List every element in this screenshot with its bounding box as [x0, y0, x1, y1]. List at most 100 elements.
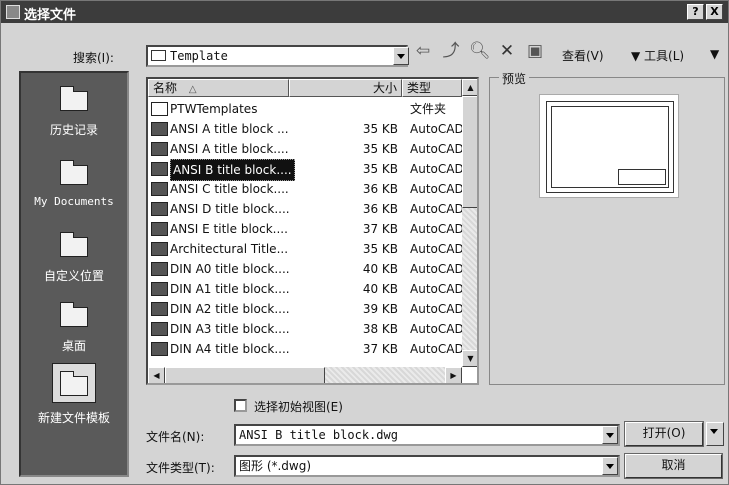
horizontal-scroll-thumb[interactable] — [165, 367, 325, 383]
search-label: 搜索(I): — [73, 51, 114, 65]
list-item[interactable]: ANSI A title block.... 35 KB AutoCAD — [148, 139, 464, 159]
close-button[interactable]: X — [706, 4, 723, 20]
file-type: AutoCAD — [410, 202, 464, 216]
file-name: Architectural Title... — [170, 242, 289, 256]
search-location-dropdown[interactable]: Template — [146, 45, 408, 67]
list-item-selected[interactable]: ANSI B title block.... 35 KB AutoCAD — [148, 159, 464, 181]
list-item[interactable]: ANSI E title block.... 37 KB AutoCAD — [148, 219, 464, 239]
view-menu[interactable]: 查看(V) — [562, 47, 604, 64]
file-name: ANSI A title block ... — [170, 122, 289, 136]
file-type: AutoCAD — [410, 142, 464, 156]
list-item[interactable]: ANSI D title block.... 36 KB AutoCAD — [148, 199, 464, 219]
select-file-dialog: 选择文件 ? X 搜索(I): Template ⇦ ⤴ 🔍︎ ✕ ▣ 查看(V… — [0, 0, 729, 485]
folder-icon — [151, 102, 168, 116]
file-name: ANSI E title block.... — [170, 222, 288, 236]
folder-icon — [151, 50, 166, 61]
file-size: 40 KB — [362, 262, 398, 276]
app-icon — [6, 5, 20, 19]
up-folder-icon[interactable]: ⤴ — [441, 41, 461, 61]
file-type: AutoCAD — [410, 262, 464, 276]
file-name: PTWTemplates — [170, 102, 258, 116]
list-item[interactable]: Architectural Title... 35 KB AutoCAD — [148, 239, 464, 259]
place-my-documents[interactable]: My Documents — [21, 159, 127, 208]
file-size: 35 KB — [362, 242, 398, 256]
list-item[interactable]: DIN A3 title block.... 38 KB AutoCAD — [148, 319, 464, 339]
file-name: ANSI B title block.... — [170, 159, 295, 181]
filename-label: 文件名(N): — [146, 430, 205, 444]
drawing-frame — [551, 106, 669, 188]
filetype-dropdown-button[interactable] — [602, 457, 618, 475]
search-web-icon[interactable]: 🔍︎ — [469, 41, 491, 61]
place-history[interactable]: 历史记录 — [21, 85, 127, 138]
initial-view-checkbox[interactable] — [234, 399, 247, 412]
file-type: 文件夹 — [410, 102, 447, 116]
column-header-name[interactable]: 名称 △ — [148, 79, 289, 97]
open-options-dropdown-button[interactable] — [706, 422, 724, 446]
list-item[interactable]: ANSI C title block.... 36 KB AutoCAD — [148, 179, 464, 199]
place-new-template[interactable]: 新建文件模板 — [21, 363, 127, 426]
vertical-scrollbar[interactable]: ▲ ▼ — [462, 79, 477, 367]
preview-thumbnail — [539, 94, 679, 198]
list-item[interactable]: DIN A1 title block.... 40 KB AutoCAD — [148, 279, 464, 299]
back-icon[interactable]: ⇦ — [413, 41, 433, 61]
delete-icon[interactable]: ✕ — [497, 41, 517, 61]
new-folder-icon[interactable]: ▣ — [525, 41, 545, 61]
list-item[interactable]: DIN A2 title block.... 39 KB AutoCAD — [148, 299, 464, 319]
template-file-icon — [151, 202, 168, 216]
file-type: AutoCAD — [410, 302, 464, 316]
window-title: 选择文件 — [24, 8, 77, 23]
template-file-icon — [151, 282, 168, 296]
template-file-icon — [151, 262, 168, 276]
vertical-scroll-thumb[interactable] — [462, 96, 477, 208]
file-size: 37 KB — [362, 342, 398, 356]
file-name: ANSI C title block.... — [170, 182, 289, 196]
tools-menu-arrow[interactable]: ▼ — [710, 47, 719, 61]
open-button[interactable]: 打开(O) — [624, 421, 704, 447]
scroll-down-arrow-icon[interactable]: ▼ — [462, 350, 477, 367]
search-location-dropdown-button[interactable] — [393, 47, 409, 65]
sort-ascending-icon: △ — [188, 84, 197, 95]
file-size: 39 KB — [362, 302, 398, 316]
place-desktop[interactable]: 桌面 — [21, 301, 127, 354]
template-file-icon — [151, 302, 168, 316]
folder-icon — [58, 231, 90, 261]
file-name: ANSI D title block.... — [170, 202, 290, 216]
list-item[interactable]: ANSI A title block ... 35 KB AutoCAD — [148, 119, 464, 139]
filetype-select[interactable]: 图形 (*.dwg) — [234, 455, 620, 477]
horizontal-scrollbar[interactable]: ◀ ▶ — [148, 367, 462, 383]
filename-dropdown-button[interactable] — [602, 426, 618, 444]
file-name: DIN A1 title block.... — [170, 282, 290, 296]
file-size: 35 KB — [362, 162, 398, 176]
file-name: DIN A0 title block.... — [170, 262, 290, 276]
place-desktop-label: 桌面 — [61, 339, 86, 353]
places-bar: 历史记录 My Documents 自定义位置 桌面 新建文件模板 — [19, 71, 129, 477]
file-type: AutoCAD — [410, 242, 464, 256]
drawing-sheet-border — [546, 101, 674, 193]
scroll-up-arrow-icon[interactable]: ▲ — [462, 79, 477, 96]
help-button[interactable]: ? — [687, 4, 704, 20]
filename-input[interactable]: ANSI B title block.dwg — [234, 424, 620, 446]
filetype-label: 文件类型(T): — [146, 461, 215, 475]
scroll-right-arrow-icon[interactable]: ▶ — [445, 367, 462, 383]
column-header-type[interactable]: 类型 — [402, 79, 462, 97]
place-history-label: 历史记录 — [49, 123, 98, 137]
template-file-icon — [151, 322, 168, 336]
column-header-size[interactable]: 大小 — [289, 79, 402, 97]
file-list: 名称 △ 大小 类型 PTWTemplates 文件夹 ANSI A title … — [146, 77, 479, 385]
list-item[interactable]: DIN A4 title block.... 37 KB AutoCAD — [148, 339, 464, 359]
place-custom-location[interactable]: 自定义位置 — [21, 231, 127, 284]
template-file-icon — [151, 222, 168, 236]
list-item[interactable]: PTWTemplates 文件夹 — [148, 99, 464, 119]
file-name: DIN A3 title block.... — [170, 322, 290, 336]
tools-menu[interactable]: ▼ 工具(L) — [631, 47, 684, 64]
desktop-icon — [58, 301, 90, 331]
file-size: 35 KB — [362, 122, 398, 136]
file-size: 37 KB — [362, 222, 398, 236]
column-header-name-label: 名称 — [153, 81, 178, 95]
scroll-left-arrow-icon[interactable]: ◀ — [148, 367, 165, 383]
documents-folder-icon — [58, 159, 90, 189]
cancel-button[interactable]: 取消 — [624, 453, 723, 479]
list-item[interactable]: DIN A0 title block.... 40 KB AutoCAD — [148, 259, 464, 279]
place-new-template-label: 新建文件模板 — [37, 411, 110, 425]
template-file-icon — [151, 162, 168, 176]
